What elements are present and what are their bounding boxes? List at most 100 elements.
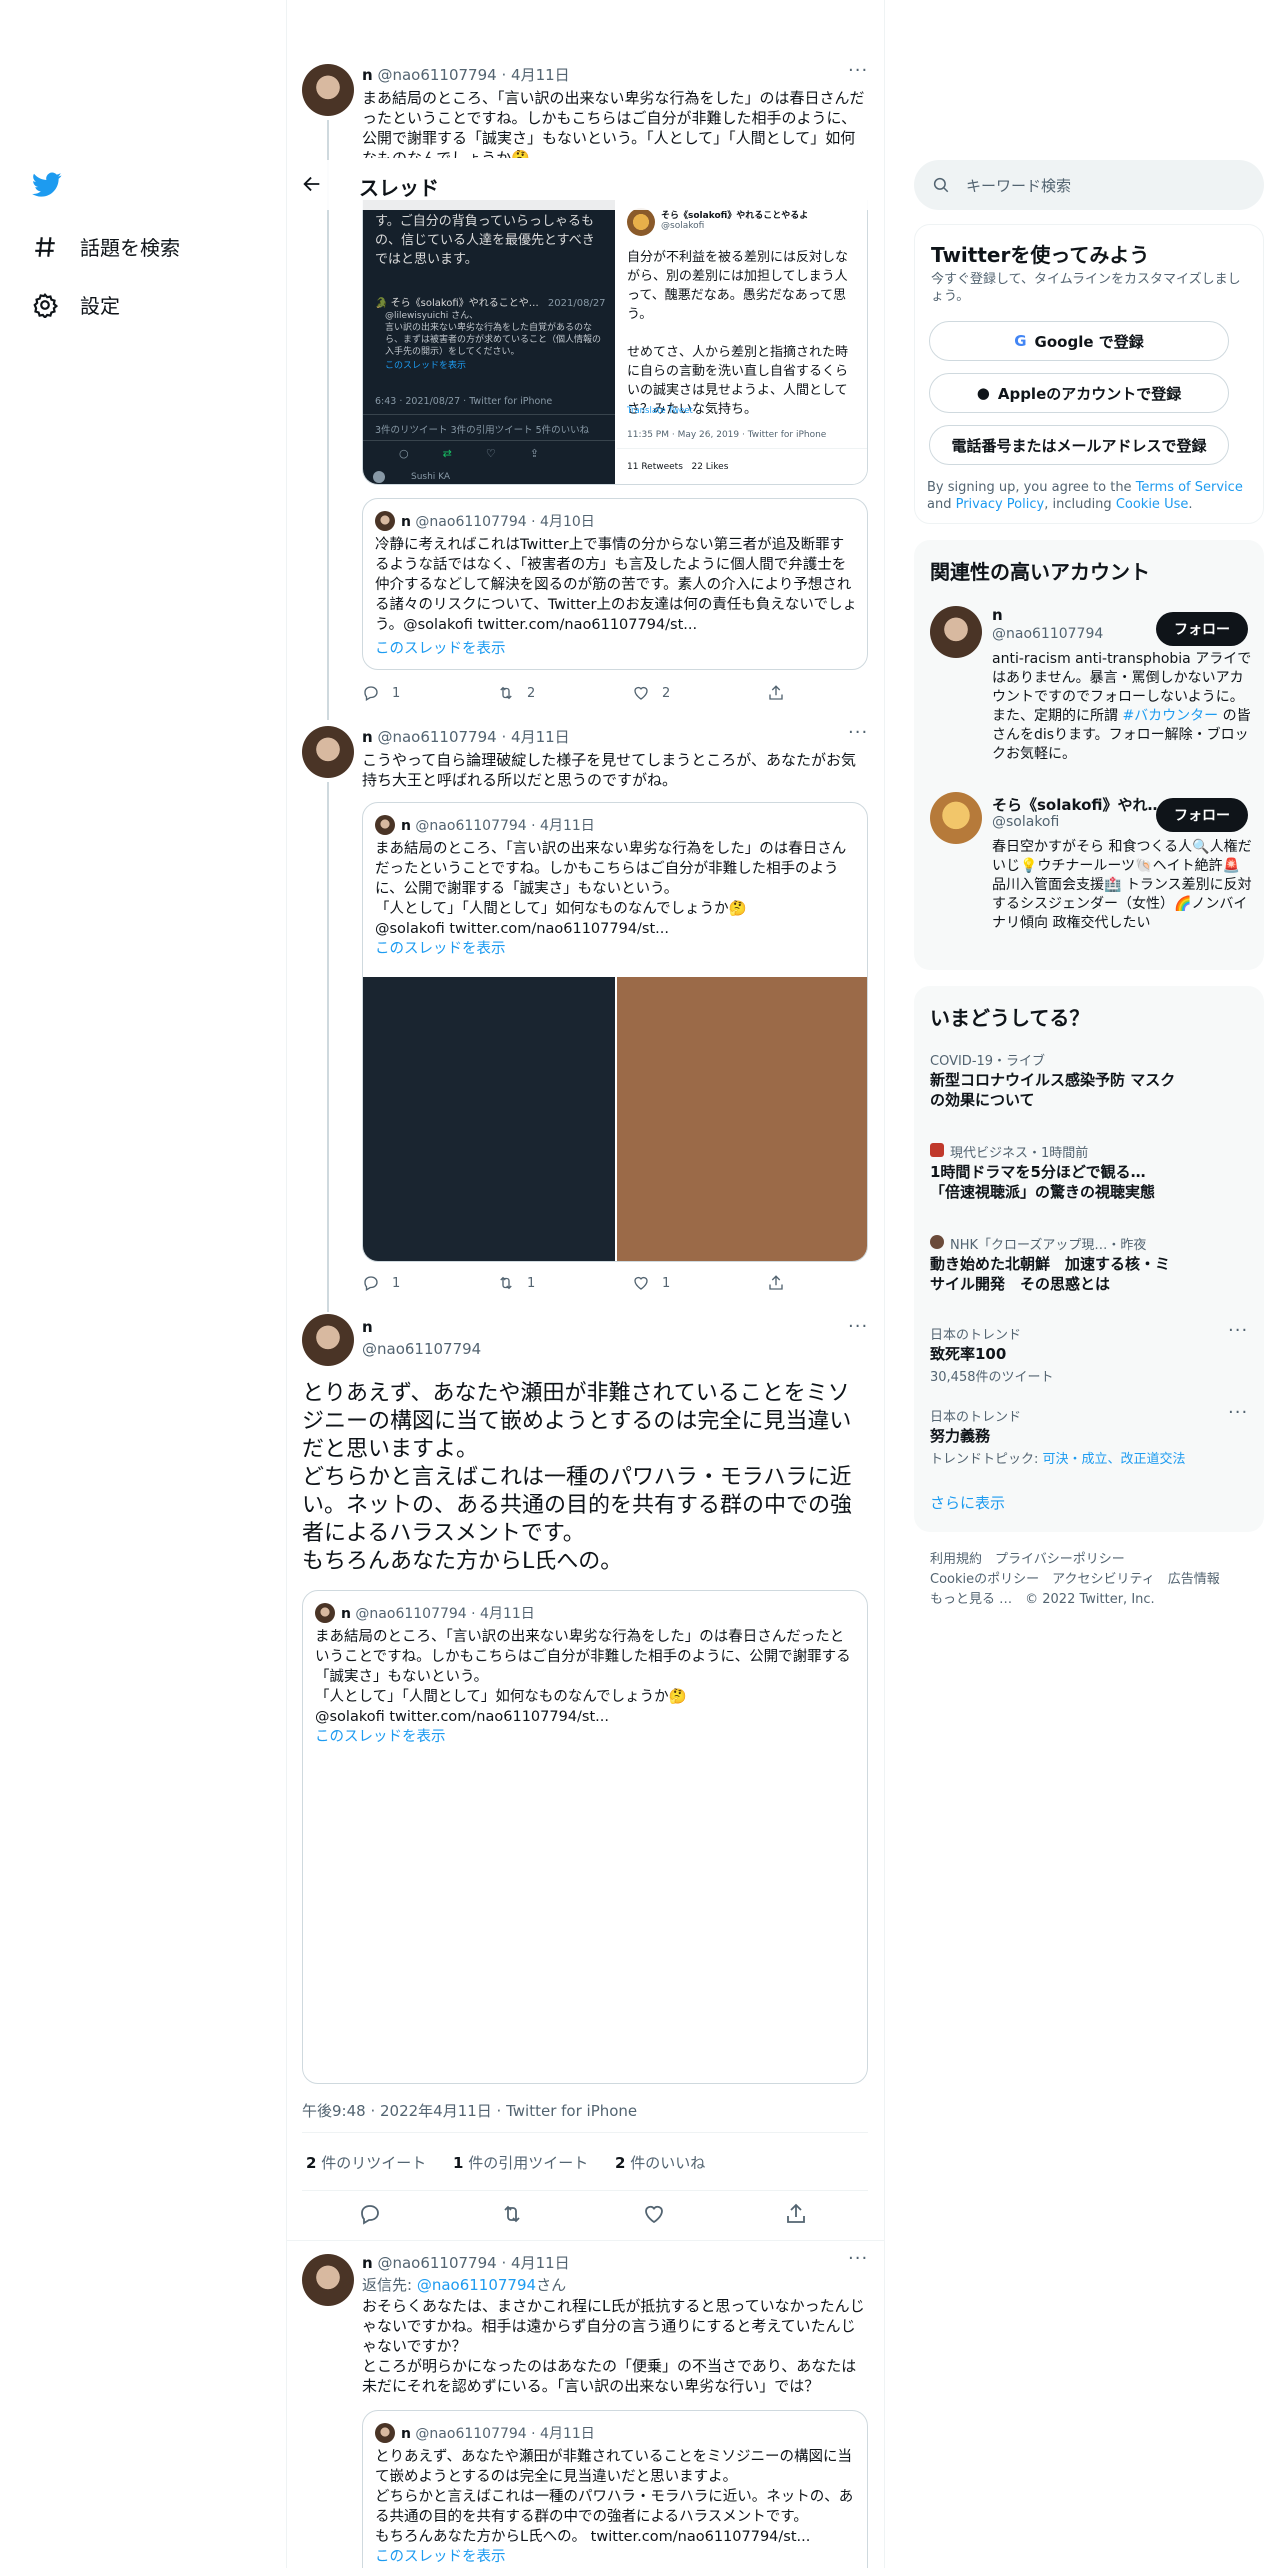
- replying-to-handle[interactable]: @nao61107794: [417, 2276, 536, 2294]
- likes-label: 件のいいね: [630, 2154, 706, 2172]
- account-handle[interactable]: @solakofi: [992, 814, 1059, 830]
- quoted-tweet[interactable]: n @nao61107794 · 4月10日 冷静に考えればこれはTwitter…: [362, 498, 868, 670]
- cookie-link[interactable]: Cookie Use: [1116, 497, 1189, 512]
- terms-link[interactable]: Terms of Service: [1136, 480, 1243, 495]
- google-signup-button[interactable]: G Google で登録: [929, 321, 1229, 361]
- quoted-tweet[interactable]: n @nao61107794 · 4月11日 とりあえず、あなたや瀬田が非難され…: [362, 2410, 868, 2568]
- account-name[interactable]: n: [992, 606, 1003, 624]
- author-handle[interactable]: @nao61107794: [377, 728, 496, 746]
- author-handle[interactable]: @nao61107794: [377, 66, 496, 84]
- retweets-label: 件のリツイート: [321, 2154, 427, 2172]
- show-thread-link[interactable]: このスレッドを表示: [375, 2547, 506, 2567]
- privacy-link[interactable]: Privacy Policy: [956, 497, 1045, 512]
- apple-signup-button[interactable]: ● Appleのアカウントで登録: [929, 373, 1229, 413]
- author-handle[interactable]: @nao61107794: [362, 1340, 481, 1358]
- share-button[interactable]: [767, 1274, 902, 1292]
- quote-tweets-stat[interactable]: 1 件の引用ツイート: [453, 2154, 588, 2172]
- avatar[interactable]: [302, 726, 354, 778]
- quote-tweets-label: 件の引用ツイート: [468, 2154, 589, 2172]
- avatar[interactable]: [302, 64, 354, 116]
- tweet-text: こうやって自ら論理破綻した様子を見せてしまうところが、あなたがお気持ち大王と呼ば…: [362, 751, 856, 789]
- quoted-tweet-text: とりあえず、あなたや瀬田が非難されていることをミソジニーの構図に当て嵌めようとす…: [375, 2449, 854, 2545]
- quote-tweets-number: 1: [453, 2154, 464, 2172]
- media-screenshot-right[interactable]: そら《solakofi》やれることやるよ @solakofi 自分が不利益を被る…: [617, 200, 867, 484]
- like-button[interactable]: 1: [632, 1274, 767, 1292]
- trend-item[interactable]: 新型コロナウイルス感染予防 マスクの効果について: [930, 1070, 1180, 1110]
- media-next-user: Sushi KA: [411, 472, 451, 482]
- author-name[interactable]: n: [362, 1318, 373, 1336]
- nav-explore[interactable]: 話題を検索: [32, 232, 180, 261]
- account-name[interactable]: そら《solakofi》やれ…: [992, 794, 1163, 815]
- trend-item[interactable]: 致死率100: [930, 1344, 1006, 1364]
- trend-topics: トレンドトピック: 可決・成立、改正道交法: [930, 1448, 1186, 1467]
- follow-button[interactable]: フォロー: [1156, 798, 1248, 832]
- retweet-icon[interactable]: [500, 2202, 524, 2226]
- tweet-date[interactable]: · 4月11日: [501, 728, 569, 746]
- trend-item[interactable]: 努力義務: [930, 1426, 990, 1446]
- avatar: [627, 208, 655, 236]
- media-stats: 11 Retweets 22 Likes: [627, 462, 729, 472]
- retweets-stat[interactable]: 2 件のリツイート: [306, 2154, 426, 2172]
- show-more-link[interactable]: さらに表示: [930, 1492, 1005, 1513]
- quoted-tweet[interactable]: n @nao61107794 · 4月11日 まあ結局のところ、「言い訳の出来な…: [302, 1590, 868, 2084]
- more-icon[interactable]: ···: [848, 722, 868, 743]
- like-button[interactable]: 2: [632, 684, 767, 702]
- tweet-media[interactable]: す。ご自分の背負っていらっしゃるもの、信じている人達を最優先とすべきではと思いま…: [362, 200, 868, 485]
- nav-settings-label: 設定: [80, 294, 120, 318]
- back-arrow-icon[interactable]: [301, 173, 323, 199]
- author-name[interactable]: n: [362, 728, 373, 746]
- follow-button[interactable]: フォロー: [1156, 612, 1248, 646]
- search-input[interactable]: キーワード検索: [966, 175, 1071, 196]
- tweet-text: まあ結局のところ、「言い訳の出来ない卑劣な行為をした」のは春日さんだったというこ…: [362, 89, 865, 158]
- signup-title: Twitterを使ってみよう: [931, 243, 1150, 267]
- phone-signup-button[interactable]: 電話番号またはメールアドレスで登録: [929, 425, 1229, 465]
- retweet-button[interactable]: 1: [497, 1274, 632, 1292]
- footer-links[interactable]: Cookieのポリシー アクセシビリティ 広告情報: [930, 1568, 1220, 1587]
- share-icon[interactable]: [784, 2202, 808, 2226]
- quoted-media-right[interactable]: [617, 977, 867, 1261]
- reply-button[interactable]: 1: [362, 1274, 497, 1292]
- related-accounts-card: 関連性の高いアカウント n @nao61107794 フォロー anti-rac…: [914, 540, 1264, 970]
- replying-to: 返信先: @nao61107794さん: [362, 2274, 566, 2295]
- more-icon[interactable]: ···: [1228, 1320, 1248, 1341]
- trend-item[interactable]: 動き始めた北朝鮮 加速する核・ミサイル開発 その思惑とは: [930, 1254, 1170, 1294]
- retweet-button[interactable]: 2: [497, 684, 632, 702]
- heart-icon[interactable]: [642, 2202, 666, 2226]
- footer-links[interactable]: 利用規約 プライバシーポリシー: [930, 1548, 1125, 1567]
- more-icon[interactable]: ···: [848, 60, 868, 81]
- account-handle[interactable]: @nao61107794: [992, 626, 1103, 642]
- show-thread-link[interactable]: このスレッドを表示: [375, 639, 506, 659]
- author-name[interactable]: n: [362, 66, 373, 84]
- show-thread-link[interactable]: このスレッドを表示: [375, 939, 506, 959]
- avatar[interactable]: [930, 606, 982, 658]
- more-icon[interactable]: ···: [1228, 1402, 1248, 1423]
- avatar[interactable]: [930, 792, 982, 844]
- author-name[interactable]: n: [362, 2254, 373, 2272]
- reply-icon[interactable]: [358, 2202, 382, 2226]
- share-icon: [769, 685, 783, 700]
- media-screenshot-left[interactable]: す。ご自分の背負っていらっしゃるもの、信じている人達を最優先とすべきではと思いま…: [363, 200, 615, 484]
- share-button[interactable]: [767, 684, 902, 702]
- likes-stat[interactable]: 2 件のいいね: [615, 2154, 705, 2172]
- reply-button[interactable]: 1: [362, 684, 497, 702]
- quoted-tweet[interactable]: n @nao61107794 · 4月11日 まあ結局のところ、「言い訳の出来な…: [362, 802, 868, 1262]
- trend-item[interactable]: 1時間ドラマを5分ほどで観る…「倍速視聴派」の驚きの視聴実態: [930, 1162, 1170, 1202]
- twitter-logo-icon[interactable]: [32, 172, 62, 202]
- media-reply-name: 🐊 そら《solakofi》やれることや…: [375, 298, 539, 309]
- search-box[interactable]: キーワード検索: [914, 160, 1264, 210]
- hashtag-link[interactable]: #バカウンター: [1122, 708, 1218, 724]
- tweet-timestamp[interactable]: 午後9:48 · 2022年4月11日 · Twitter for iPhone: [302, 2100, 637, 2121]
- nav-settings[interactable]: 設定: [32, 290, 120, 319]
- tweet-date[interactable]: · 4月11日: [501, 66, 569, 84]
- author-handle[interactable]: @nao61107794: [377, 2254, 496, 2272]
- tweet-date[interactable]: · 4月11日: [501, 2254, 569, 2272]
- avatar[interactable]: [302, 1314, 354, 1366]
- thread-header: スレッド: [287, 160, 883, 210]
- more-icon[interactable]: ···: [848, 2248, 868, 2269]
- trend-topics-links[interactable]: 可決・成立、改正道交法: [1043, 1452, 1186, 1467]
- quoted-media-left[interactable]: [363, 977, 615, 1261]
- media-stats: 3件のリツイート 3件の引用ツイート 5件のいいね: [375, 425, 590, 436]
- show-thread-link[interactable]: このスレッドを表示: [315, 1727, 446, 1747]
- avatar[interactable]: [302, 2254, 354, 2306]
- more-icon[interactable]: ···: [848, 1316, 868, 1337]
